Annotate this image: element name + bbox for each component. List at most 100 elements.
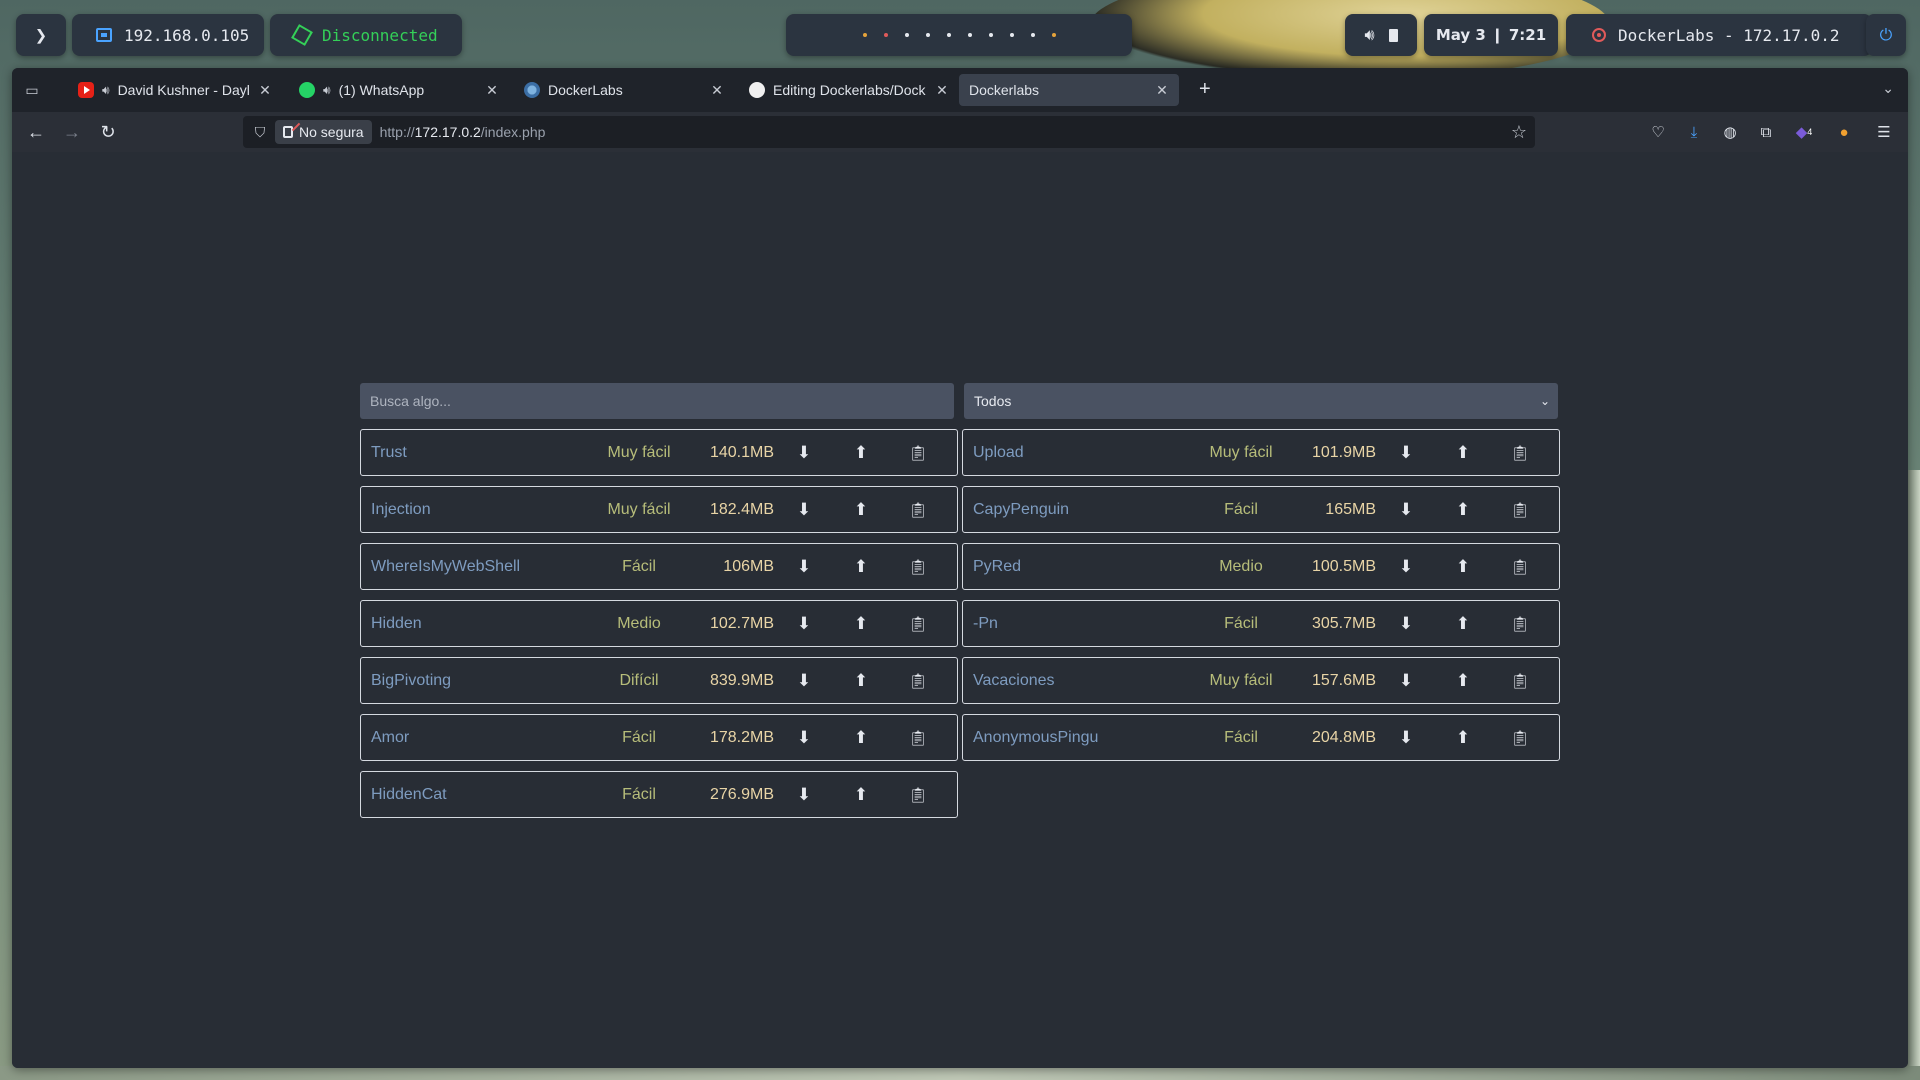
workspace-dot[interactable]: [1009, 33, 1014, 37]
clipboard-icon[interactable]: 📋︎: [1508, 668, 1532, 694]
workspace-dot[interactable]: [1051, 33, 1056, 37]
new-tab-button[interactable]: +: [1199, 78, 1211, 101]
clipboard-icon[interactable]: 📋︎: [1508, 440, 1532, 466]
download-icon[interactable]: ⬇: [1394, 497, 1418, 523]
search-input[interactable]: [360, 383, 954, 419]
battery-icon[interactable]: [1388, 28, 1398, 42]
upload-icon[interactable]: ⬆: [849, 497, 873, 523]
clipboard-icon[interactable]: 📋︎: [1508, 497, 1532, 523]
extension-badge-icon[interactable]: ◆ 4: [1794, 122, 1814, 142]
upload-icon[interactable]: ⬆: [849, 725, 873, 751]
app-menu-icon[interactable]: ☰: [1874, 122, 1894, 142]
clipboard-icon[interactable]: 📋︎: [906, 440, 930, 466]
tab-overview-button[interactable]: ▭: [12, 68, 52, 112]
clipboard-icon[interactable]: 📋︎: [906, 611, 930, 637]
list-all-tabs-icon[interactable]: ⌄: [1882, 80, 1894, 97]
machine-name[interactable]: Hidden: [371, 615, 422, 633]
machine-name[interactable]: BigPivoting: [371, 672, 451, 690]
tab-whatsapp[interactable]: 🔊︎ (1) WhatsApp ✕: [289, 74, 509, 106]
extensions-icon[interactable]: ⧉: [1756, 122, 1776, 142]
tab-dockerlabs[interactable]: DockerLabs ✕: [514, 74, 734, 106]
upload-icon[interactable]: ⬆: [1451, 497, 1475, 523]
difficulty-filter-select[interactable]: Todos ⌄: [964, 383, 1558, 419]
machine-name[interactable]: Upload: [973, 444, 1024, 462]
tab-youtube[interactable]: 🔊︎ David Kushner - Dayli ✕: [68, 74, 282, 106]
pocket-icon[interactable]: ♡: [1648, 122, 1668, 142]
url-bar[interactable]: ⛉ No segura http://172.17.0.2/index.php …: [243, 116, 1535, 148]
tab-close-icon[interactable]: ✕: [710, 82, 724, 99]
upload-icon[interactable]: ⬆: [849, 440, 873, 466]
clipboard-icon[interactable]: 📋︎: [1508, 725, 1532, 751]
reload-icon[interactable]: ↻: [96, 120, 120, 144]
tab-github[interactable]: Editing Dockerlabs/Dock ✕: [739, 74, 959, 106]
audio-playing-icon[interactable]: 🔊︎: [323, 83, 331, 98]
machine-name[interactable]: PyRed: [973, 558, 1021, 576]
download-icon[interactable]: ⬇: [792, 497, 816, 523]
workspace-dot[interactable]: [883, 33, 888, 37]
forward-icon[interactable]: →: [60, 120, 84, 144]
cookie-extension-icon[interactable]: ●: [1834, 122, 1854, 142]
workspace-dot[interactable]: [967, 33, 972, 37]
clipboard-icon[interactable]: 📋︎: [906, 554, 930, 580]
download-icon[interactable]: ⬇: [1394, 440, 1418, 466]
upload-icon[interactable]: ⬆: [849, 668, 873, 694]
upload-icon[interactable]: ⬆: [849, 611, 873, 637]
ip-widget[interactable]: 192.168.0.105: [72, 14, 264, 56]
downloads-icon[interactable]: ⤓: [1684, 122, 1704, 142]
machine-name[interactable]: WhereIsMyWebShell: [371, 558, 520, 576]
power-button[interactable]: ⏻: [1866, 14, 1906, 56]
machine-name[interactable]: -Pn: [973, 615, 998, 633]
upload-icon[interactable]: ⬆: [849, 782, 873, 808]
clipboard-icon[interactable]: 📋︎: [906, 725, 930, 751]
machine-name[interactable]: AnonymousPingu: [973, 729, 1098, 747]
upload-icon[interactable]: ⬆: [1451, 554, 1475, 580]
tab-close-icon[interactable]: ✕: [258, 82, 272, 99]
clipboard-icon[interactable]: 📋︎: [906, 668, 930, 694]
upload-icon[interactable]: ⬆: [849, 554, 873, 580]
tab-close-icon[interactable]: ✕: [1155, 82, 1169, 99]
account-icon[interactable]: ◍: [1720, 122, 1740, 142]
download-icon[interactable]: ⬇: [792, 554, 816, 580]
tab-active[interactable]: Dockerlabs ✕: [959, 74, 1179, 106]
workspace-dot[interactable]: [925, 33, 930, 37]
workspace-dot[interactable]: [904, 33, 909, 37]
upload-icon[interactable]: ⬆: [1451, 725, 1475, 751]
clock[interactable]: May 3 ❙ 7:21: [1424, 14, 1558, 56]
clipboard-icon[interactable]: 📋︎: [906, 782, 930, 808]
machine-name[interactable]: Amor: [371, 729, 409, 747]
upload-icon[interactable]: ⬆: [1451, 668, 1475, 694]
upload-icon[interactable]: ⬆: [1451, 440, 1475, 466]
volume-icon[interactable]: 🔊︎: [1364, 25, 1374, 45]
tab-close-icon[interactable]: ✕: [935, 82, 949, 99]
machine-name[interactable]: Trust: [371, 444, 407, 462]
download-icon[interactable]: ⬇: [792, 725, 816, 751]
workspace-dot[interactable]: [988, 33, 993, 37]
vpn-widget[interactable]: Disconnected: [270, 14, 462, 56]
bookmark-star-icon[interactable]: ☆: [1511, 122, 1527, 143]
back-icon[interactable]: ←: [24, 120, 48, 144]
download-icon[interactable]: ⬇: [792, 668, 816, 694]
clipboard-icon[interactable]: 📋︎: [1508, 554, 1532, 580]
download-icon[interactable]: ⬇: [1394, 725, 1418, 751]
download-icon[interactable]: ⬇: [1394, 668, 1418, 694]
machine-name[interactable]: CapyPenguin: [973, 501, 1069, 519]
workspace-dot[interactable]: [862, 33, 867, 37]
workspace-dot[interactable]: [1030, 33, 1035, 37]
machine-name[interactable]: Injection: [371, 501, 431, 519]
target-widget[interactable]: DockerLabs - 172.17.0.2: [1566, 14, 1872, 56]
audio-playing-icon[interactable]: 🔊︎: [102, 83, 110, 98]
clipboard-icon[interactable]: 📋︎: [906, 497, 930, 523]
tab-close-icon[interactable]: ✕: [485, 82, 499, 99]
launcher-button[interactable]: ❯: [16, 14, 66, 56]
upload-icon[interactable]: ⬆: [1451, 611, 1475, 637]
site-security-indicator[interactable]: No segura: [275, 120, 372, 144]
download-icon[interactable]: ⬇: [1394, 554, 1418, 580]
machine-name[interactable]: Vacaciones: [973, 672, 1055, 690]
download-icon[interactable]: ⬇: [792, 440, 816, 466]
url-text[interactable]: http://172.17.0.2/index.php: [380, 124, 546, 140]
download-icon[interactable]: ⬇: [792, 611, 816, 637]
tracking-protection-icon[interactable]: ⛉: [249, 124, 271, 141]
download-icon[interactable]: ⬇: [792, 782, 816, 808]
workspace-dot[interactable]: [946, 33, 951, 37]
machine-name[interactable]: HiddenCat: [371, 786, 447, 804]
